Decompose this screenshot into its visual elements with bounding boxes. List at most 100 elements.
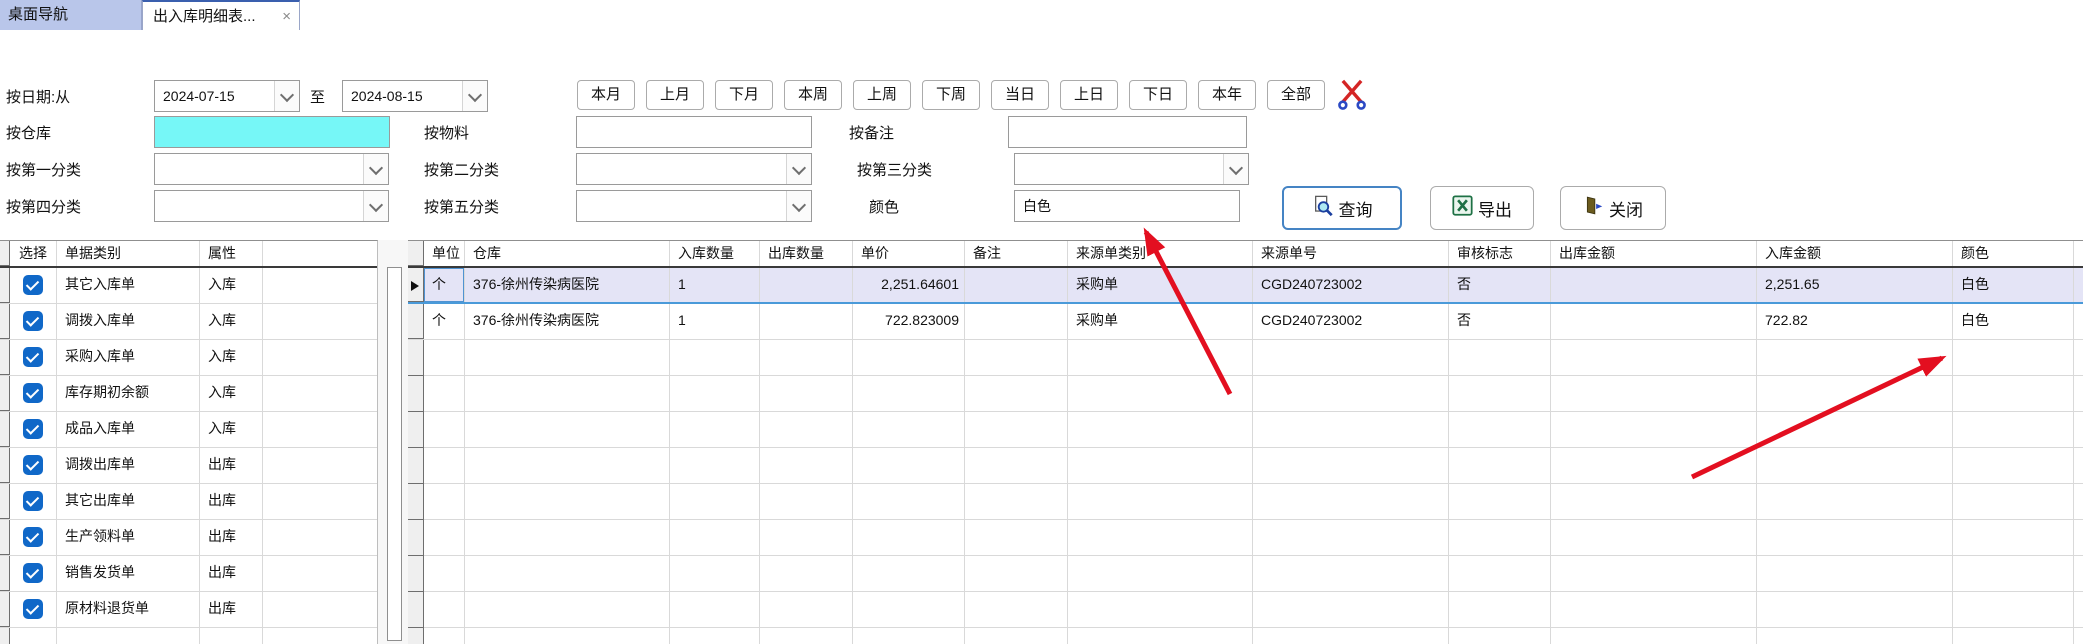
doc-type-cell[interactable]: 生产领料单 [57, 520, 200, 555]
table-row[interactable]: 采购入库单 入库 [0, 340, 377, 376]
checkbox-cell[interactable] [10, 448, 57, 483]
scissors-icon[interactable] [1336, 77, 1368, 116]
quick-range-last-week[interactable]: 上周 [853, 80, 911, 110]
vertical-scrollbar-thumb[interactable] [387, 267, 402, 641]
quick-range-last-month[interactable]: 上月 [646, 80, 704, 110]
quick-range-this-month[interactable]: 本月 [577, 80, 635, 110]
category3-dropdown[interactable] [1014, 153, 1249, 185]
remark-cell[interactable] [965, 268, 1068, 302]
attr-cell[interactable]: 出库 [200, 556, 263, 591]
out-qty-cell[interactable] [760, 304, 853, 339]
table-row[interactable]: 其它出库单 出库 [0, 484, 377, 520]
in-qty-cell[interactable]: 1 [670, 268, 760, 302]
remark-filter-input[interactable] [1008, 116, 1247, 148]
attr-cell[interactable]: 出库 [200, 520, 263, 555]
checkbox-checked-icon[interactable] [23, 527, 43, 547]
table-row[interactable]: 其它入库单 入库 [0, 268, 377, 304]
tab-desktop-nav[interactable]: 桌面导航 [0, 0, 142, 30]
date-to-combo[interactable]: 2024-08-15 [342, 80, 488, 112]
table-row[interactable]: 销售发货单 出库 [0, 556, 377, 592]
attr-cell[interactable]: 入库 [200, 340, 263, 375]
date-from-dropdown-button[interactable] [274, 81, 299, 111]
tab-inout-detail[interactable]: 出入库明细表... × [142, 0, 300, 30]
doc-type-cell[interactable]: 销售发货单 [57, 556, 200, 591]
close-tab-icon[interactable]: × [282, 2, 291, 32]
doc-type-cell[interactable]: 成品入库单 [57, 412, 200, 447]
doc-type-cell[interactable]: 调拨入库单 [57, 304, 200, 339]
table-row[interactable]: 调拨入库单 入库 [0, 304, 377, 340]
checkbox-cell[interactable] [10, 340, 57, 375]
attr-cell[interactable]: 入库 [200, 268, 263, 303]
remark-cell[interactable] [965, 304, 1068, 339]
checkbox-checked-icon[interactable] [23, 419, 43, 439]
table-row[interactable]: 个 376-徐州传染病医院 1 722.823009 采购单 CGD240723… [408, 304, 2083, 340]
query-button[interactable]: 查询 [1282, 186, 1402, 230]
unit-cell[interactable]: 个 [424, 304, 465, 339]
doc-type-cell[interactable]: 其它入库单 [57, 268, 200, 303]
doc-type-cell[interactable]: 库存期初余额 [57, 376, 200, 411]
checkbox-cell[interactable] [10, 520, 57, 555]
warehouse-cell[interactable]: 376-徐州传染病医院 [465, 268, 670, 302]
quick-range-today[interactable]: 当日 [991, 80, 1049, 110]
category4-dropdown[interactable] [154, 190, 389, 222]
material-filter-input[interactable] [576, 116, 812, 148]
category2-dropdown[interactable] [576, 153, 812, 185]
unit-cell[interactable]: 个 [424, 268, 465, 302]
checkbox-cell[interactable] [10, 268, 57, 303]
checkbox-checked-icon[interactable] [23, 455, 43, 475]
quick-range-yesterday[interactable]: 上日 [1060, 80, 1118, 110]
checkbox-checked-icon[interactable] [23, 383, 43, 403]
table-row[interactable]: 库存期初余额 入库 [0, 376, 377, 412]
attr-cell[interactable]: 出库 [200, 592, 263, 627]
quick-range-tomorrow[interactable]: 下日 [1129, 80, 1187, 110]
color-filter-input[interactable]: 白色 [1014, 190, 1240, 222]
checkbox-checked-icon[interactable] [23, 275, 43, 295]
table-row-selected[interactable]: 个 376-徐州传染病医院 1 2,251.64601 采购单 CGD24072… [408, 268, 2083, 304]
category1-dropdown[interactable] [154, 153, 389, 185]
checkbox-checked-icon[interactable] [23, 599, 43, 619]
price-cell[interactable]: 722.823009 [853, 304, 965, 339]
date-to-dropdown-button[interactable] [462, 81, 487, 111]
warehouse-cell[interactable]: 376-徐州传染病医院 [465, 304, 670, 339]
warehouse-filter-input[interactable] [154, 116, 390, 148]
source-no-cell[interactable]: CGD240723002 [1253, 268, 1449, 302]
attr-cell[interactable]: 出库 [200, 484, 263, 519]
out-qty-cell[interactable] [760, 268, 853, 302]
quick-range-this-week[interactable]: 本周 [784, 80, 842, 110]
attr-cell[interactable]: 出库 [200, 448, 263, 483]
attr-cell[interactable]: 入库 [200, 376, 263, 411]
category5-dropdown-button[interactable] [786, 191, 811, 221]
table-row[interactable]: 原材料退货单 出库 [0, 592, 377, 628]
doc-type-cell[interactable]: 其它出库单 [57, 484, 200, 519]
out-amount-cell[interactable] [1551, 268, 1757, 302]
quick-range-this-year[interactable]: 本年 [1198, 80, 1256, 110]
audit-flag-cell[interactable]: 否 [1449, 268, 1551, 302]
category4-dropdown-button[interactable] [363, 191, 388, 221]
checkbox-checked-icon[interactable] [23, 347, 43, 367]
out-amount-cell[interactable] [1551, 304, 1757, 339]
checkbox-cell[interactable] [10, 556, 57, 591]
doc-type-cell[interactable]: 调拨出库单 [57, 448, 200, 483]
checkbox-checked-icon[interactable] [23, 311, 43, 331]
doc-type-cell[interactable]: 采购入库单 [57, 340, 200, 375]
attr-cell[interactable]: 入库 [200, 304, 263, 339]
checkbox-cell[interactable] [10, 304, 57, 339]
color-cell[interactable]: 白色 [1953, 268, 2074, 302]
category5-dropdown[interactable] [576, 190, 812, 222]
source-type-cell[interactable]: 采购单 [1068, 268, 1253, 302]
checkbox-checked-icon[interactable] [23, 491, 43, 511]
quick-range-next-month[interactable]: 下月 [715, 80, 773, 110]
category3-dropdown-button[interactable] [1223, 154, 1248, 184]
source-no-cell[interactable]: CGD240723002 [1253, 304, 1449, 339]
category2-dropdown-button[interactable] [786, 154, 811, 184]
quick-range-all[interactable]: 全部 [1267, 80, 1325, 110]
export-button[interactable]: 导出 [1430, 186, 1534, 230]
quick-range-next-week[interactable]: 下周 [922, 80, 980, 110]
checkbox-cell[interactable] [10, 376, 57, 411]
in-amount-cell[interactable]: 2,251.65 [1757, 268, 1953, 302]
doc-type-cell[interactable]: 原材料退货单 [57, 592, 200, 627]
table-row[interactable]: 生产领料单 出库 [0, 520, 377, 556]
in-qty-cell[interactable]: 1 [670, 304, 760, 339]
vertical-scrollbar[interactable] [378, 240, 408, 644]
date-from-combo[interactable]: 2024-07-15 [154, 80, 300, 112]
